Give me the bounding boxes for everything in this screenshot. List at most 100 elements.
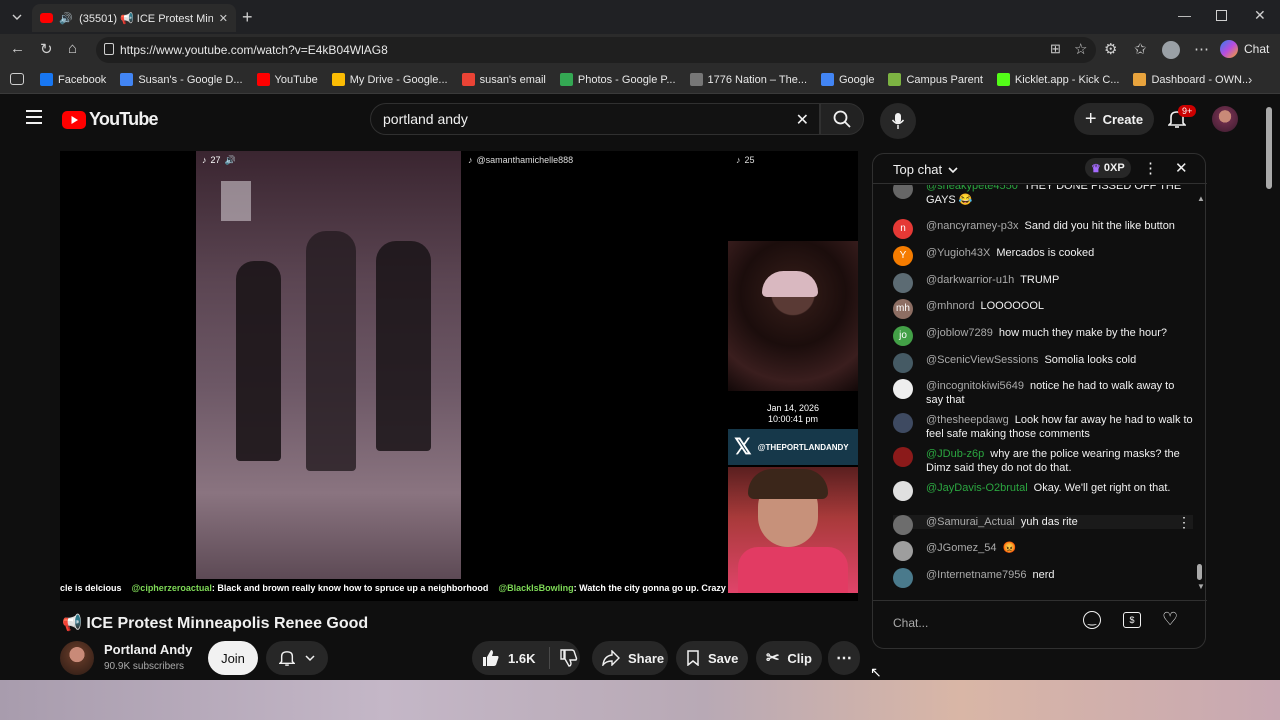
clip-button[interactable]: ✂ Clip [756,641,822,675]
bookmark-item[interactable]: My Drive - Google... [331,73,448,86]
join-button[interactable]: Join [208,641,258,675]
chat-more-options-icon[interactable]: ⋮ [1143,159,1158,177]
bookmark-item[interactable]: Susan's - Google D... [120,73,243,86]
chat-username[interactable]: @JDub-z6p [926,448,984,460]
reading-list-icon[interactable] [10,73,24,85]
chat-avatar[interactable] [893,568,913,588]
chat-avatar[interactable] [893,481,913,501]
chat-avatar[interactable] [893,273,913,293]
chat-avatar[interactable] [893,541,913,561]
chat-message[interactable]: n @nancyramey-p3x Sand did you hit the lik… [893,219,1193,239]
super-chat-icon[interactable]: $ [1123,612,1141,628]
youtube-logo[interactable]: YouTube [62,109,159,130]
chat-avatar[interactable] [893,447,913,467]
bookmark-item[interactable]: Campus Parent [888,73,983,86]
chat-username[interactable]: @mhnord [926,300,974,312]
chat-message[interactable]: @Internetname7956 nerd [893,568,1193,588]
chat-username[interactable]: @JGomez_54 [926,542,996,554]
share-button[interactable]: Share [592,641,668,675]
chat-message[interactable]: jo @joblow7289 how much they make by the h… [893,326,1193,346]
speaker-icon[interactable]: 🔊 [59,12,73,25]
chat-input[interactable]: Chat... [893,616,1103,630]
chat-username[interactable]: @Yugioh43X [926,247,990,259]
create-button[interactable]: + Create [1074,103,1154,135]
chat-close-icon[interactable]: ✕ [1175,159,1188,177]
chat-message[interactable]: @incognitokiwi5649 notice he had to walk … [893,379,1193,407]
chat-avatar[interactable] [893,353,913,373]
clear-search-icon[interactable]: ✕ [796,110,809,130]
account-avatar[interactable] [1212,106,1238,132]
chat-avatar[interactable] [893,185,913,199]
reload-icon[interactable]: ↻ [40,40,53,58]
video-player[interactable]: ♪ 27 🔊 ♪ @samanthamichelle888 ♪ 25 Jan 1… [60,151,858,601]
search-button[interactable] [820,103,864,135]
heart-icon[interactable]: ♡ [1162,609,1178,630]
copilot-chat-button[interactable]: Chat [1220,40,1269,58]
voice-search-button[interactable] [880,103,916,139]
scroll-up-arrow-icon[interactable]: ▲ [1197,194,1205,203]
window-close-icon[interactable]: ✕ [1254,7,1266,24]
bookmark-item[interactable]: Dashboard - OWN... [1133,73,1251,86]
bookmark-item[interactable]: Facebook [40,73,106,86]
chat-message[interactable]: @thesheepdawg Look how far away he had to… [893,413,1193,441]
new-tab-plus-icon[interactable]: + [242,6,260,28]
minimize-icon[interactable]: — [1178,8,1191,23]
chat-username[interactable]: @darkwarrior-u1h [926,274,1014,286]
chat-avatar[interactable] [893,515,913,535]
subscribe-notification-button[interactable] [266,641,328,675]
chat-message[interactable]: @ScenicViewSessions Somolia looks cold [893,353,1193,373]
bookmark-item[interactable]: YouTube [256,73,318,86]
chat-avatar[interactable] [893,379,913,399]
bookmark-item[interactable]: 1776 Nation – The... [689,73,807,86]
home-icon[interactable]: ⌂ [68,40,77,57]
chat-username[interactable]: @thesheepdawg [926,414,1009,426]
chat-message[interactable]: @darkwarrior-u1h TRUMP [893,273,1193,293]
like-button[interactable]: 1.6K [482,649,535,667]
chat-avatar[interactable] [893,413,913,433]
chat-avatar[interactable]: Y [893,246,913,266]
profile-avatar[interactable] [1162,41,1180,59]
chat-username[interactable]: @sneakypete4550 [926,185,1018,192]
chat-message[interactable]: Y @Yugioh43X Mercados is cooked [893,246,1193,266]
back-arrow-icon[interactable]: ← [10,40,25,57]
chat-username[interactable]: @joblow7289 [926,327,993,339]
maximize-icon[interactable] [1216,10,1227,21]
scroll-down-arrow-icon[interactable]: ▼ [1197,582,1205,591]
bookmark-item[interactable]: Kicklet.app - Kick C... [996,73,1119,86]
page-scrollbar[interactable] [1266,99,1274,675]
save-button[interactable]: Save [676,641,748,675]
site-info-icon[interactable] [104,43,114,55]
extensions-icon[interactable]: ⚙ [1104,40,1117,58]
bookmark-item[interactable]: Photos - Google P... [559,73,676,86]
top-chat-dropdown[interactable]: Top chat [893,162,958,177]
chat-message[interactable]: @JGomez_54 😡 [893,541,1193,561]
chat-scrollbar-thumb[interactable] [1197,564,1202,580]
chat-message[interactable]: @JDub-z6p why are the police wearing mask… [893,447,1193,475]
hamburger-menu-icon[interactable] [26,110,42,124]
app-available-icon[interactable]: ⊞ [1050,41,1061,57]
address-bar[interactable]: https://www.youtube.com/watch?v=E4kB04Wl… [96,37,1096,63]
more-options-icon[interactable]: ⋯ [1194,40,1209,58]
chat-message[interactable]: @sneakypete4550 THEY DONE PISSED OFF THE … [893,185,1193,207]
chat-message[interactable]: @JayDavis-O2brutal Okay. We'll get right … [893,481,1193,501]
chat-avatar[interactable]: n [893,219,913,239]
favorite-star-icon[interactable]: ☆ [1074,40,1087,58]
points-badge[interactable]: ♛ 0XP [1085,158,1131,178]
tab-actions-chevron-icon[interactable] [8,8,26,26]
search-input[interactable]: portland andy ✕ [370,103,820,135]
tab-close-icon[interactable]: ✕ [219,12,228,25]
chat-username[interactable]: @Internetname7956 [926,569,1026,581]
chat-username[interactable]: @ScenicViewSessions [926,354,1038,366]
chat-username[interactable]: @JayDavis-O2brutal [926,482,1028,494]
emoji-icon[interactable]: ‿ [1083,611,1101,629]
chat-avatar[interactable]: jo [893,326,913,346]
page-scrollbar-thumb[interactable] [1266,107,1272,189]
favorites-icon[interactable]: ✩ [1134,40,1147,58]
bookmark-item[interactable]: Google [821,73,874,86]
chat-message[interactable]: @Samurai_Actual yuh das rite ⋮ [893,515,1193,535]
chat-avatar[interactable]: mh [893,299,913,319]
chat-message[interactable]: mh @mhnord LOOOOOOL [893,299,1193,319]
browser-tab-active[interactable]: 🔊 (35501) 📢 ICE Protest Minne... ✕ [32,4,236,32]
chat-username[interactable]: @nancyramey-p3x [926,220,1018,232]
chat-username[interactable]: @incognitokiwi5649 [926,380,1024,392]
